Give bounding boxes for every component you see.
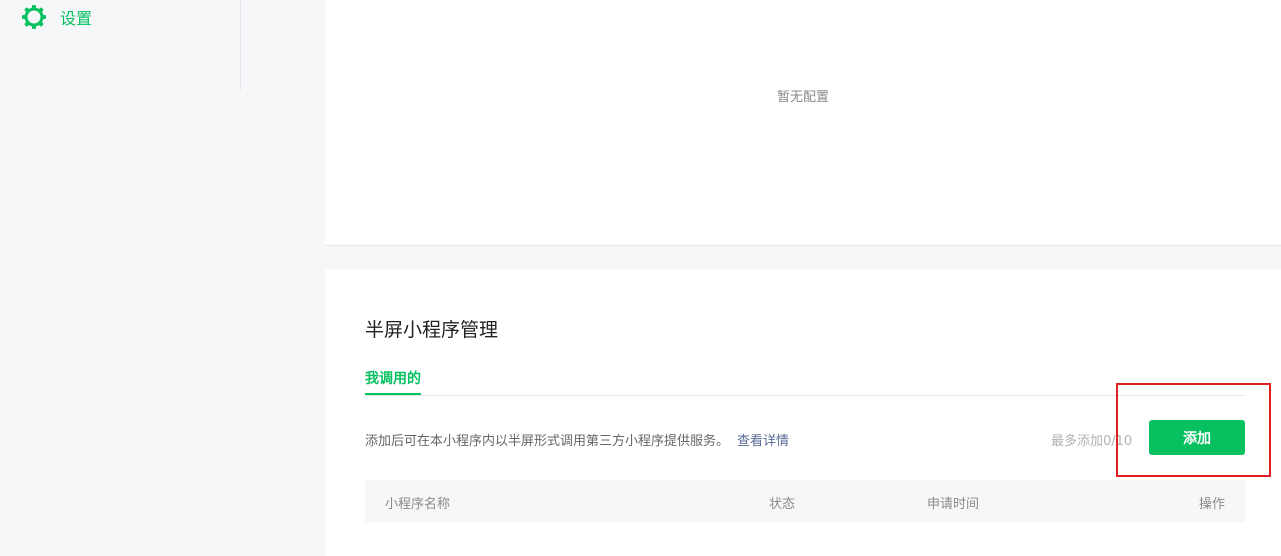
- sidebar-divider: [240, 0, 241, 90]
- column-header-apply-time: 申请时间: [927, 497, 980, 512]
- sidebar-item-label: 设置: [60, 9, 93, 28]
- sidebar: 设置: [0, 0, 240, 556]
- half-screen-miniprogram-card: 半屏小程序管理 我调用的 添加后可在本小程序内以半屏形式调用第三方小程序提供服务…: [325, 270, 1281, 556]
- tab-my-calls[interactable]: 我调用的: [365, 368, 421, 395]
- add-count-text: 最多添加0/10: [1051, 434, 1133, 449]
- view-details-link[interactable]: 查看详情: [737, 434, 789, 449]
- column-header-action: 操作: [1198, 497, 1225, 512]
- description: 添加后可在本小程序内以半屏形式调用第三方小程序提供服务。 查看详情: [365, 430, 789, 449]
- tab-bar: 我调用的: [365, 368, 1245, 396]
- section-title: 半屏小程序管理: [365, 319, 499, 341]
- gear-icon: [21, 4, 47, 30]
- description-text: 添加后可在本小程序内以半屏形式调用第三方小程序提供服务。: [365, 434, 730, 449]
- config-card: 暂无配置: [325, 0, 1281, 246]
- column-header-status: 状态: [769, 497, 796, 512]
- add-button[interactable]: 添加: [1149, 420, 1245, 455]
- sidebar-item-settings[interactable]: 设置: [21, 4, 92, 30]
- column-header-name: 小程序名称: [385, 497, 451, 512]
- table-header: 小程序名称 状态 申请时间 操作: [365, 480, 1245, 522]
- empty-state-text: 暂无配置: [776, 90, 829, 105]
